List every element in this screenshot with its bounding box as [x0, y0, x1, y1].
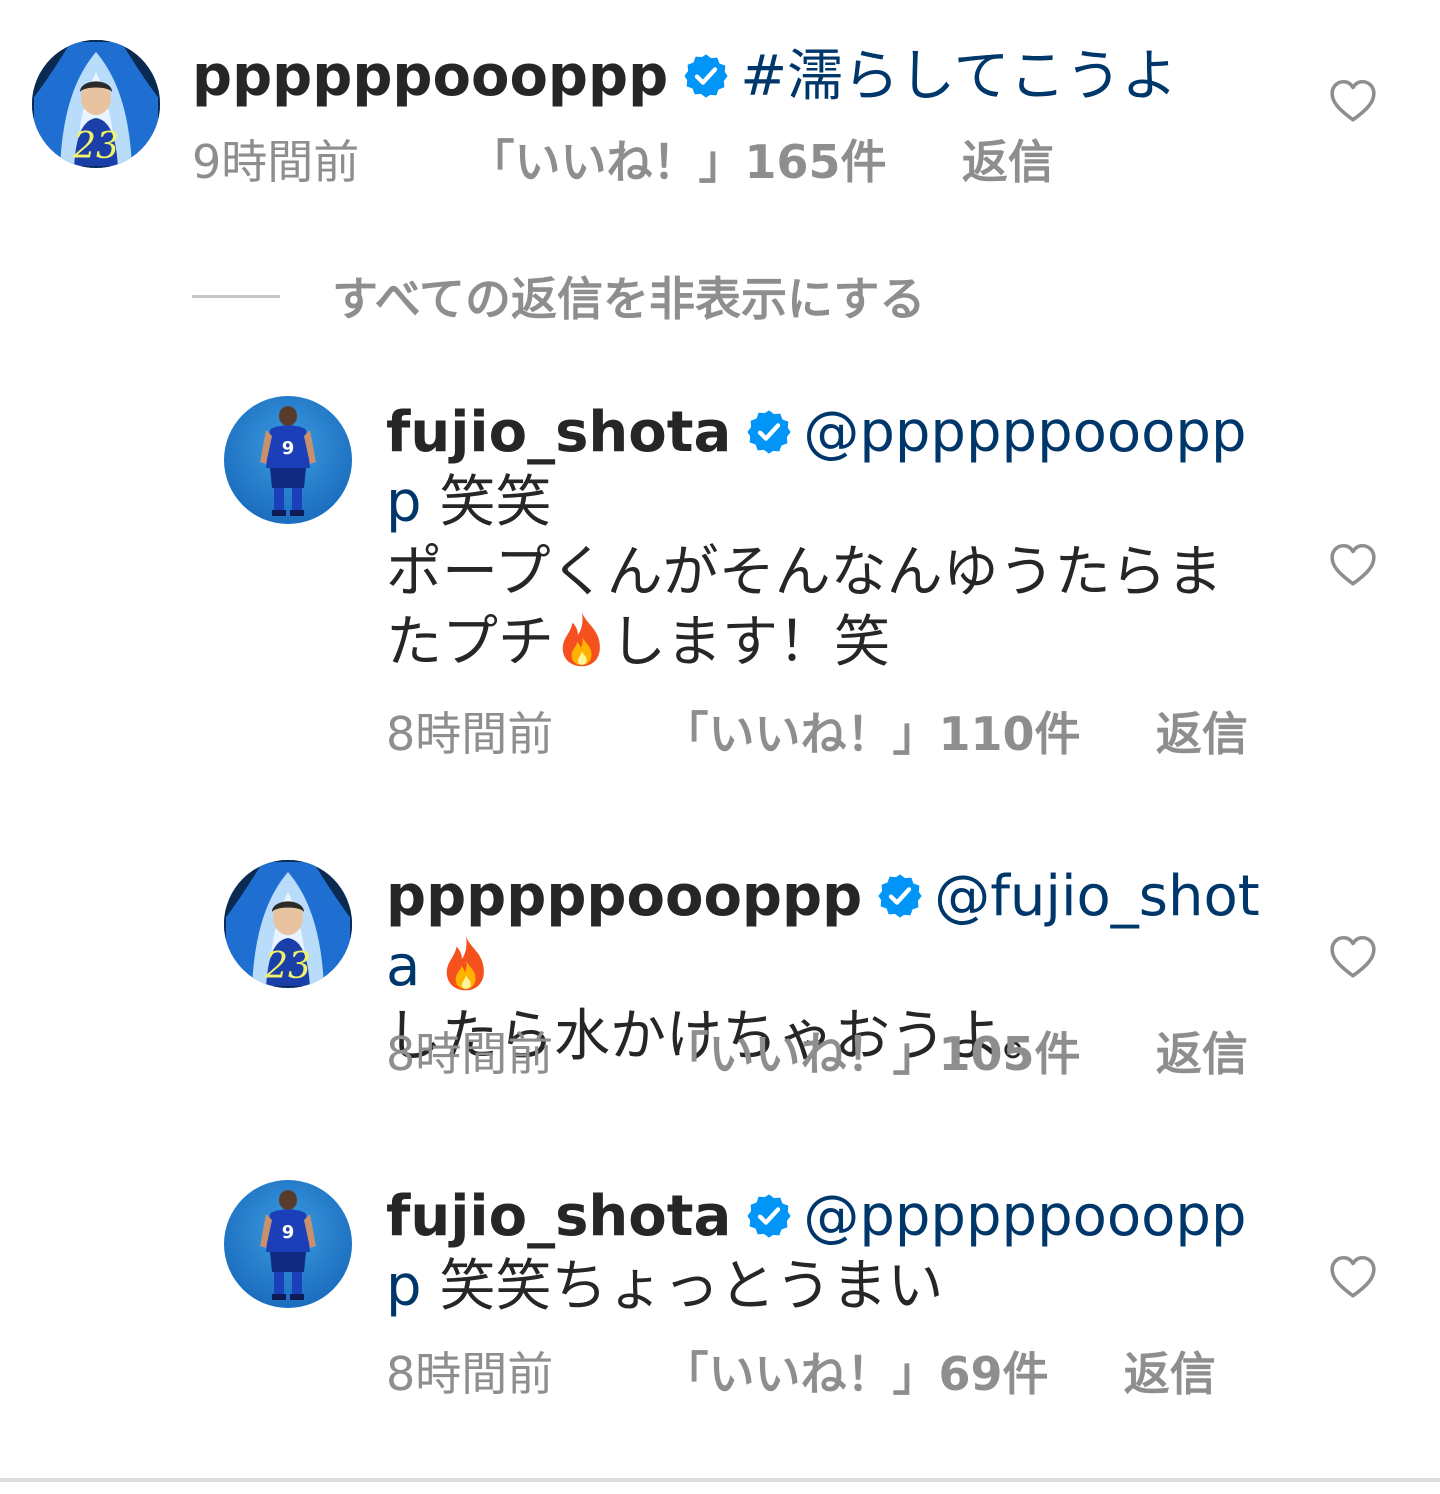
heart-icon[interactable]: [1328, 540, 1378, 590]
verified-badge-icon: [876, 872, 924, 920]
likes-count[interactable]: 「いいね！」165件: [469, 134, 887, 190]
reply-button[interactable]: 返信: [1156, 706, 1248, 762]
timestamp: 9時間前: [192, 135, 360, 189]
hide-replies-button[interactable]: すべての返信を非表示にする: [192, 268, 925, 326]
likes-count[interactable]: 「いいね！」69件: [663, 1346, 1049, 1402]
likes-count[interactable]: 「いいね！」105件: [663, 1026, 1081, 1082]
comment-meta: 9時間前 「いいね！」165件 返信: [192, 134, 1054, 190]
reply-button[interactable]: 返信: [962, 134, 1054, 190]
comment-text: fujio_shota @ppppppoooppp 笑笑ちょっとうまい: [386, 1182, 1256, 1322]
reply-button[interactable]: 返信: [1124, 1346, 1216, 1402]
hashtag-link[interactable]: #濡らしてこうよ: [740, 44, 1177, 109]
reply-button[interactable]: 返信: [1156, 1026, 1248, 1082]
comment-body: 笑笑ちょっとうまい: [421, 1254, 944, 1319]
comment-text: fujio_shota @ppppppoooppp 笑笑 ポープくんがそんなんゆうた…: [386, 398, 1256, 678]
comment-body: 笑笑: [421, 470, 552, 535]
divider: [0, 1478, 1440, 1482]
fire-emoji-icon: [554, 609, 610, 669]
username[interactable]: fujio_shota: [386, 1184, 731, 1249]
comment-meta: 8時間前 「いいね！」105件 返信: [386, 1026, 1248, 1082]
avatar[interactable]: [32, 40, 160, 168]
heart-icon[interactable]: [1328, 76, 1378, 126]
timestamp: 8時間前: [386, 707, 554, 761]
username[interactable]: ppppppoooppp: [386, 864, 862, 929]
username[interactable]: fujio_shota: [386, 400, 731, 465]
verified-badge-icon: [745, 408, 793, 456]
heart-icon[interactable]: [1328, 1252, 1378, 1302]
comment-meta: 8時間前 「いいね！」110件 返信: [386, 706, 1248, 762]
likes-count[interactable]: 「いいね！」110件: [663, 706, 1081, 762]
comment-meta: 8時間前 「いいね！」69件 返信: [386, 1346, 1216, 1402]
hide-replies-label: すべての返信を非表示にする: [332, 272, 926, 326]
verified-badge-icon: [682, 52, 730, 100]
avatar[interactable]: [224, 396, 352, 524]
heart-icon[interactable]: [1328, 932, 1378, 982]
comment-text: ppppppoooppp #濡らしてこうよ: [192, 42, 1272, 112]
fire-emoji-icon: [438, 933, 494, 993]
timestamp: 8時間前: [386, 1027, 554, 1081]
verified-badge-icon: [745, 1192, 793, 1240]
comment-thread: 23 9: [0, 0, 1440, 1494]
username[interactable]: ppppppoooppp: [192, 44, 668, 109]
comment-body: します！笑: [610, 610, 890, 675]
timestamp: 8時間前: [386, 1347, 554, 1401]
avatar[interactable]: [224, 860, 352, 988]
avatar[interactable]: [224, 1180, 352, 1308]
divider: [192, 294, 280, 298]
